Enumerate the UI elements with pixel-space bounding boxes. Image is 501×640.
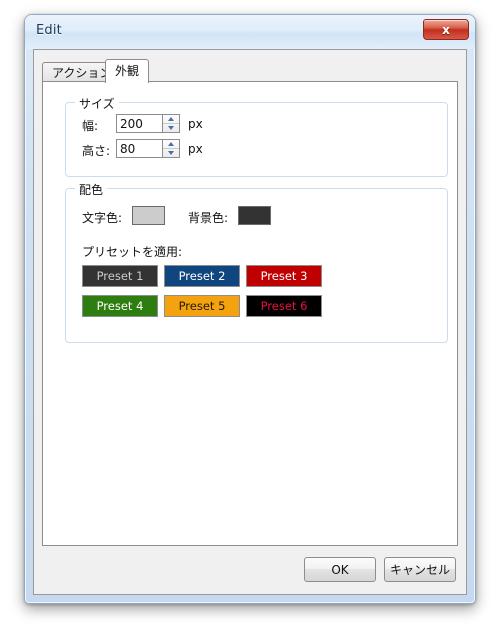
tab-strip: アクション 外観: [42, 59, 458, 83]
color-group-box: 配色 文字色: 背景色: プリセットを適用: Preset 1 Preset 2…: [65, 181, 448, 343]
tab-page-appearance: サイズ 幅: px 高さ:: [42, 81, 458, 546]
preset-button-3[interactable]: Preset 3: [246, 265, 322, 287]
height-input[interactable]: [117, 140, 163, 157]
width-input[interactable]: [117, 115, 163, 132]
color-group-legend: 配色: [75, 181, 108, 198]
height-spin-up-icon[interactable]: [163, 140, 179, 149]
window-title: Edit: [36, 23, 62, 38]
preset-button-5[interactable]: Preset 5: [164, 295, 240, 317]
height-label: 高さ:: [82, 144, 111, 158]
width-spin-buttons[interactable]: [162, 115, 179, 132]
preset-button-6[interactable]: Preset 6: [246, 295, 322, 317]
width-label: 幅:: [82, 119, 99, 133]
preset-button-4[interactable]: Preset 4: [82, 295, 158, 317]
close-button[interactable]: x: [423, 19, 469, 40]
ok-button[interactable]: OK: [304, 557, 376, 582]
text-color-label: 文字色:: [82, 211, 123, 225]
width-spin-up-icon[interactable]: [163, 115, 179, 124]
tab-appearance[interactable]: 外観: [105, 59, 150, 83]
background-color-swatch[interactable]: [238, 206, 271, 225]
size-group-legend: サイズ: [75, 95, 119, 112]
preset-apply-label: プリセットを適用:: [82, 245, 183, 259]
text-color-swatch[interactable]: [132, 206, 165, 225]
close-icon: x: [442, 22, 450, 37]
width-stepper[interactable]: [116, 114, 180, 133]
title-bar[interactable]: Edit x: [25, 15, 475, 49]
width-unit: px: [188, 117, 203, 131]
dialog-client-area: アクション 外観 サイズ 幅: px 高さ:: [33, 49, 467, 595]
height-spin-buttons[interactable]: [162, 140, 179, 157]
width-spin-down-icon[interactable]: [163, 124, 179, 133]
size-group-box: サイズ 幅: px 高さ:: [65, 95, 448, 177]
bg-color-label: 背景色:: [188, 211, 229, 225]
height-stepper[interactable]: [116, 139, 180, 158]
cancel-button[interactable]: キャンセル: [384, 557, 456, 582]
height-unit: px: [188, 142, 203, 156]
preset-button-1[interactable]: Preset 1: [82, 265, 158, 287]
edit-dialog-window: Edit x アクション 外観 サイズ 幅: px: [24, 14, 476, 604]
preset-button-2[interactable]: Preset 2: [164, 265, 240, 287]
height-spin-down-icon[interactable]: [163, 149, 179, 158]
